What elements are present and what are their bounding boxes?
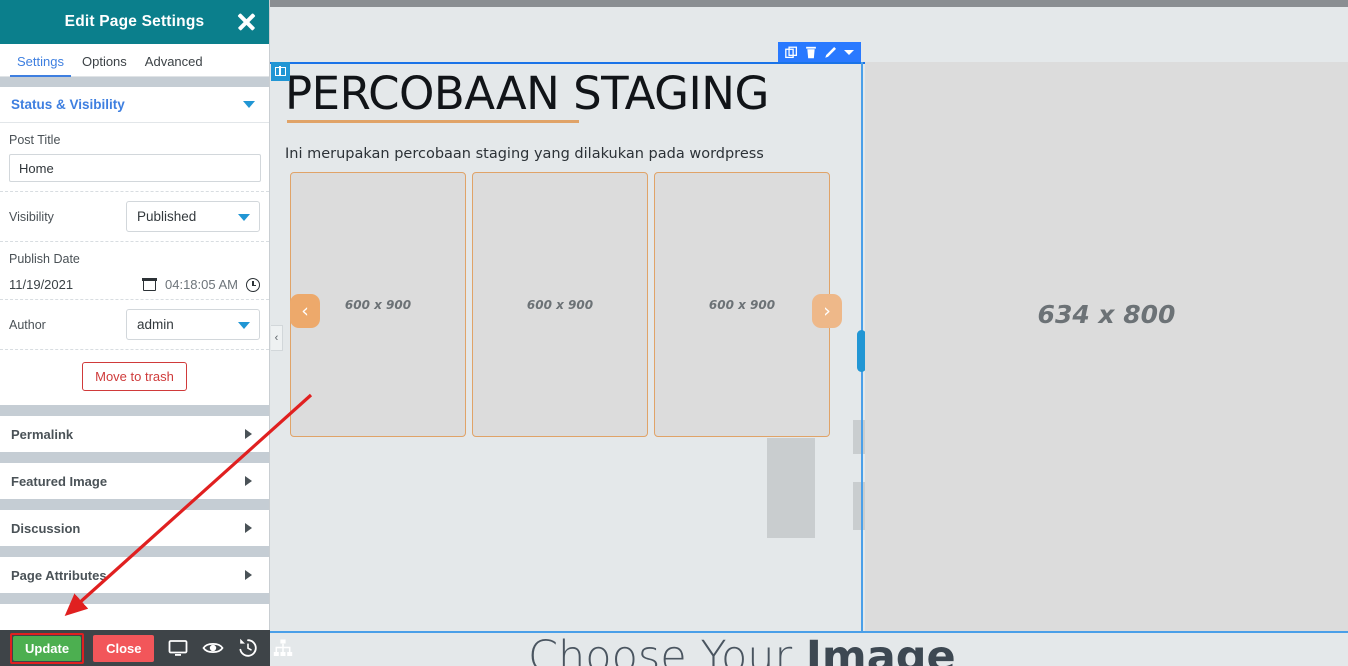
calendar-icon[interactable] <box>142 278 157 291</box>
accordion-label: Permalink <box>11 426 74 442</box>
update-button[interactable]: Update <box>13 635 82 661</box>
close-button[interactable]: Close <box>93 634 155 662</box>
edit-page-settings-panel: Edit Page Settings Settings Options Adva… <box>0 0 293 666</box>
image-card-label: 600 x 900 <box>526 297 594 312</box>
accordion-discussion[interactable]: Discussion <box>0 510 269 546</box>
panel-header: Edit Page Settings <box>0 0 269 44</box>
duplicate-icon[interactable] <box>785 46 798 59</box>
chevron-right-icon[interactable] <box>245 476 252 486</box>
post-title-input[interactable] <box>9 154 261 182</box>
accordion-divider <box>0 593 269 604</box>
image-card-label: 600 x 900 <box>708 297 776 312</box>
canvas-top-strip <box>270 0 1348 7</box>
status-visibility-header[interactable]: Status & Visibility <box>0 87 269 123</box>
chevron-down-icon[interactable] <box>238 322 250 329</box>
columns-icon[interactable] <box>271 62 290 81</box>
status-visibility-label: Status & Visibility <box>11 97 125 112</box>
accordion-divider <box>0 452 269 463</box>
right-image-label: 634 x 800 <box>1037 299 1176 329</box>
chevron-right-icon[interactable] <box>245 523 252 533</box>
eye-preview-icon[interactable] <box>202 637 224 659</box>
tab-options[interactable]: Options <box>73 54 136 76</box>
page-title: PERCOBAAN STAGING <box>285 67 769 120</box>
trash-button-wrap: Move to trash <box>0 350 269 405</box>
tab-settings[interactable]: Settings <box>8 54 73 77</box>
clock-icon[interactable] <box>246 277 260 292</box>
accordion-page-attributes[interactable]: Page Attributes <box>0 557 269 593</box>
trash-icon[interactable] <box>805 46 817 59</box>
image-card-list: 600 x 900 600 x 900 600 x 900 <box>290 172 830 437</box>
chevron-down-icon[interactable] <box>844 49 854 56</box>
edit-pencil-icon[interactable] <box>824 46 837 59</box>
background-block <box>767 438 815 538</box>
screen-root: 634 x 800 PERCOBAAN STAGING Ini merupaka… <box>0 0 1348 666</box>
visibility-field: Visibility Published <box>0 192 269 242</box>
right-image-placeholder[interactable]: 634 x 800 <box>865 62 1348 631</box>
page-subtitle: Ini merupakan percobaan staging yang dil… <box>285 146 764 162</box>
author-field: Author admin <box>0 300 269 350</box>
author-select[interactable]: admin <box>126 309 260 340</box>
page-canvas[interactable]: 634 x 800 PERCOBAAN STAGING Ini merupaka… <box>270 0 1348 666</box>
accordion-label: Featured Image <box>11 473 108 489</box>
accordion-label: Page Attributes <box>11 567 107 583</box>
chevron-right-icon[interactable] <box>245 570 252 580</box>
image-card[interactable]: 600 x 900 <box>472 172 648 437</box>
panel-footer-toolbar: Update Close <box>0 630 293 666</box>
bottom-heading-bold: Image <box>805 632 956 666</box>
accordion-divider <box>0 499 269 510</box>
author-value: admin <box>137 317 174 332</box>
bottom-heading: Choose Your Image <box>528 632 956 666</box>
publish-date-value[interactable]: 11/19/2021 <box>9 277 73 292</box>
accordion-permalink[interactable]: Permalink <box>0 416 269 452</box>
element-toolbar[interactable] <box>778 42 861 62</box>
bottom-heading-light: Choose Your <box>528 632 806 666</box>
accordion-featured-image[interactable]: Featured Image <box>0 463 269 499</box>
sitemap-icon[interactable] <box>272 637 294 659</box>
section-divider <box>0 77 269 87</box>
accordion-divider <box>0 546 269 557</box>
publish-date-field[interactable]: 11/19/2021 04:18:05 AM <box>0 273 269 300</box>
image-card[interactable]: 600 x 900 <box>654 172 830 437</box>
update-button-highlight: Update <box>10 632 85 664</box>
visibility-label: Visibility <box>9 209 54 224</box>
chevron-right-icon[interactable] <box>245 429 252 439</box>
post-title-field: Post Title <box>0 123 269 192</box>
carousel-next-button[interactable]: › <box>812 294 842 328</box>
chevron-down-icon[interactable] <box>243 101 255 108</box>
desktop-icon[interactable] <box>167 637 189 659</box>
panel-title: Edit Page Settings <box>64 13 205 30</box>
carousel-prev-button[interactable]: ‹ <box>290 294 320 328</box>
chevron-down-icon[interactable] <box>238 214 250 221</box>
publish-time-value[interactable]: 04:18:05 AM <box>165 277 238 292</box>
publish-date-label-wrap: Publish Date <box>0 242 269 266</box>
publish-date-label: Publish Date <box>9 252 80 266</box>
accordion-label: Discussion <box>11 520 81 536</box>
revision-history-icon[interactable] <box>237 637 259 659</box>
panel-tabs: Settings Options Advanced <box>0 44 269 77</box>
post-title-label: Post Title <box>9 133 61 147</box>
image-card-label: 600 x 900 <box>344 297 412 312</box>
tab-advanced[interactable]: Advanced <box>136 54 212 76</box>
visibility-value: Published <box>137 209 197 224</box>
move-to-trash-button[interactable]: Move to trash <box>82 362 187 391</box>
title-underline <box>287 120 579 123</box>
close-icon[interactable] <box>235 11 257 33</box>
accordion-divider <box>0 405 269 416</box>
visibility-select[interactable]: Published <box>126 201 260 232</box>
author-label: Author <box>9 317 46 332</box>
panel-collapse-handle[interactable]: ‹ <box>271 325 283 351</box>
